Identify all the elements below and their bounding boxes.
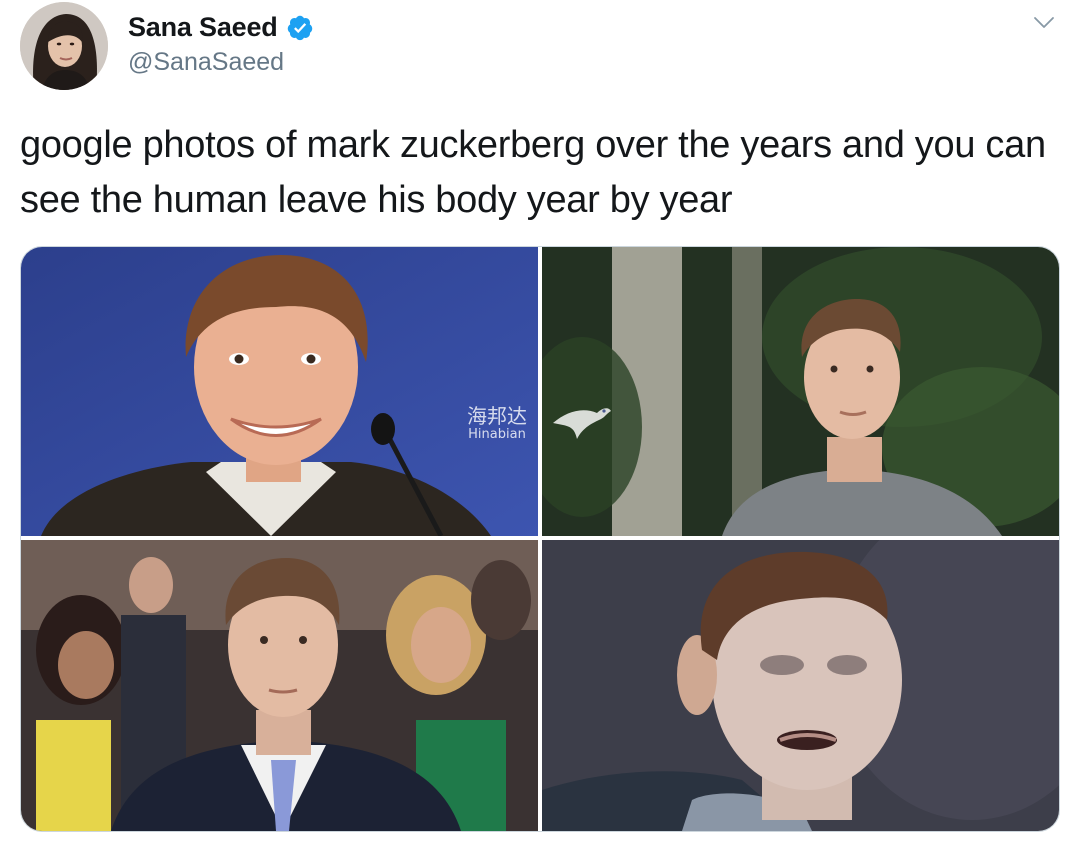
photo-3[interactable]: [21, 540, 538, 831]
author-handle[interactable]: @SanaSaeed: [128, 48, 284, 77]
display-name[interactable]: Sana Saeed: [128, 12, 278, 43]
verified-badge-icon: [286, 14, 314, 42]
chevron-down-icon[interactable]: [1032, 10, 1056, 34]
author-name-row[interactable]: Sana Saeed: [128, 12, 314, 43]
photo-4[interactable]: [542, 540, 1059, 831]
photo-1[interactable]: [21, 247, 538, 536]
avatar-image: [20, 2, 108, 90]
tweet-text: google photos of mark zuckerberg over th…: [20, 124, 1046, 221]
media-grid: 海邦达 Hinabian: [20, 246, 1060, 832]
tweet[interactable]: Sana Saeed @SanaSaeed google photos of m…: [0, 0, 1080, 849]
avatar[interactable]: [20, 2, 108, 90]
photo-2[interactable]: [542, 247, 1059, 536]
